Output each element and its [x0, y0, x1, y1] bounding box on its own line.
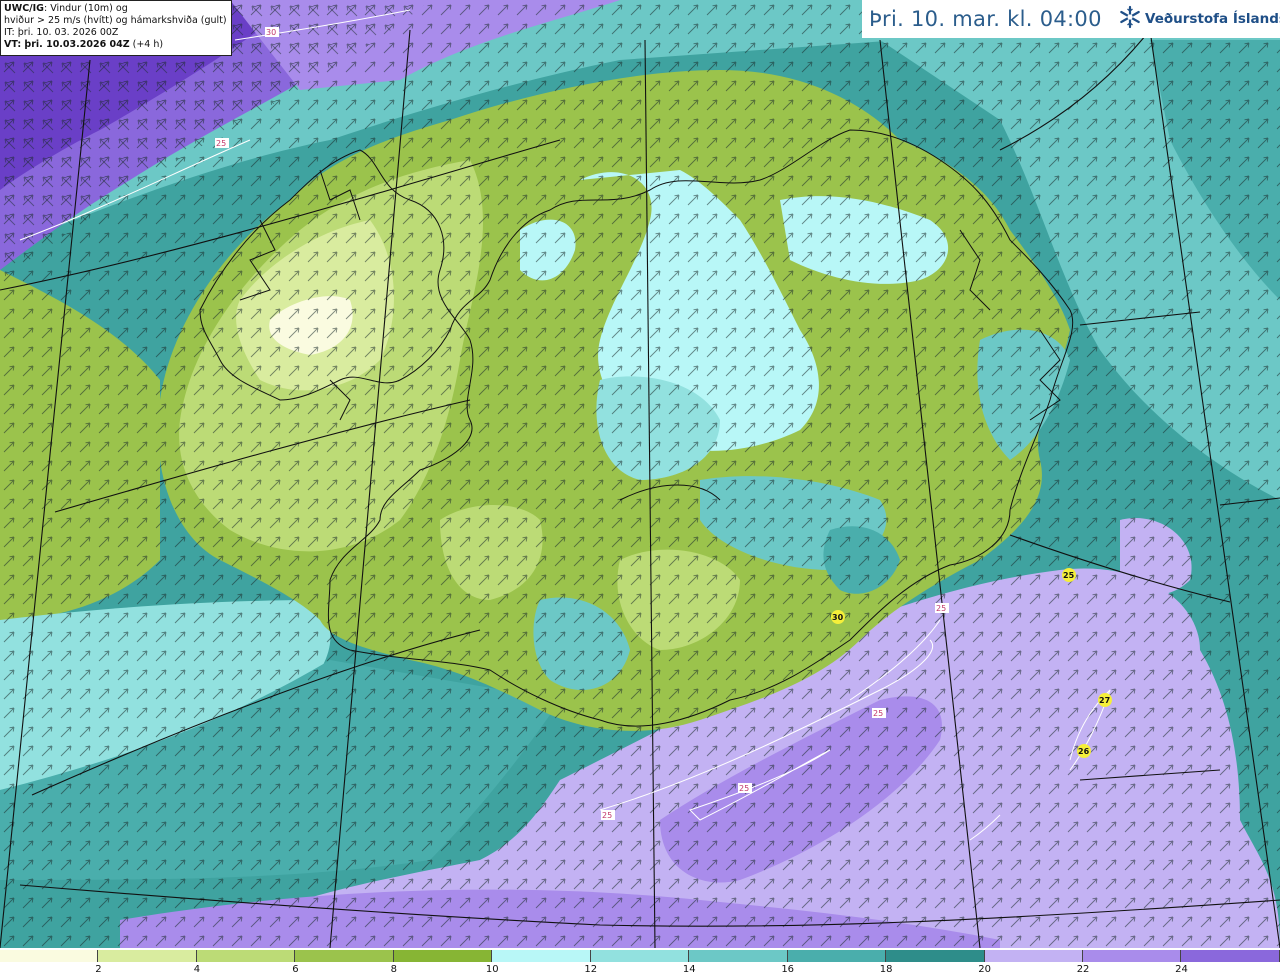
legend-swatch — [1181, 950, 1280, 962]
contour-label: 25 — [739, 784, 749, 793]
legend-swatch — [590, 950, 690, 962]
snowflake-logo-icon — [1118, 5, 1142, 33]
color-legend: 2 4 6 8 10 12 14 16 18 20 22 24 — [0, 948, 1280, 978]
valid-time: VT: þri. 10.03.2026 04Z — [4, 39, 130, 50]
legend-tick: 4 — [193, 964, 201, 975]
legend-tick: 24 — [1175, 964, 1188, 975]
max-gust-label: 27 — [1099, 696, 1110, 705]
legend-tick: 18 — [879, 964, 893, 975]
legend-swatch — [196, 950, 296, 962]
legend-swatch — [984, 950, 1083, 962]
contour-label: 25 — [936, 604, 946, 613]
brand-name: Veðurstofa Íslands — [1145, 11, 1280, 27]
max-gust-label: 25 — [1063, 571, 1075, 580]
legend-swatch — [0, 950, 99, 962]
legend-tick: 12 — [584, 964, 598, 975]
valid-time-line: VT: þri. 10.03.2026 04Z (+4 h) — [4, 39, 228, 51]
legend-tick: 8 — [390, 964, 398, 975]
info-desc-1: : Vindur (10m) og — [43, 3, 128, 14]
model-name: UWC/IG — [4, 3, 44, 14]
legend-swatch — [98, 950, 197, 962]
legend-swatch — [1082, 950, 1182, 962]
legend-tick: 6 — [292, 964, 299, 975]
legend-color-bar — [0, 950, 1280, 962]
title-bar: Þri. 10. mar. kl. 04:00 Veðurstofa Íslan… — [862, 0, 1280, 38]
info-desc-2: hviður > 25 m/s (hvítt) og hámarkshviða … — [4, 15, 227, 26]
wind-map: 30 25 25 25 25 25 30 25 27 26 — [0, 0, 1280, 948]
max-gust-label: 26 — [1078, 747, 1090, 756]
contour-label: 25 — [602, 811, 612, 820]
legend-tick: 2 — [95, 964, 102, 975]
contour-label: 30 — [266, 28, 276, 37]
issue-time: IT: þri. 10. 03. 2026 00Z — [4, 27, 119, 38]
brand-logo: Veðurstofa Íslands — [1118, 5, 1280, 33]
legend-swatch — [689, 950, 788, 962]
legend-tick: 14 — [682, 964, 696, 975]
forecast-info-box: UWC/IG: Vindur (10m) og hviður > 25 m/s … — [0, 0, 232, 56]
legend-tick: 10 — [485, 964, 499, 975]
valid-time-offset: (+4 h) — [132, 39, 164, 50]
contour-label: 25 — [216, 139, 226, 148]
info-line-1: UWC/IG: Vindur (10m) og — [4, 3, 228, 15]
max-gust-label: 30 — [832, 613, 844, 622]
forecast-title: Þri. 10. mar. kl. 04:00 — [869, 7, 1102, 31]
legend-swatch — [393, 950, 493, 962]
legend-swatch — [492, 950, 591, 962]
legend-tick: 22 — [1076, 964, 1090, 975]
legend-tick: 20 — [978, 964, 991, 975]
contour-label: 25 — [873, 709, 883, 718]
legend-swatch — [295, 950, 394, 962]
legend-swatch — [886, 950, 985, 962]
legend-swatch — [787, 950, 887, 962]
legend-tick: 16 — [781, 964, 795, 975]
